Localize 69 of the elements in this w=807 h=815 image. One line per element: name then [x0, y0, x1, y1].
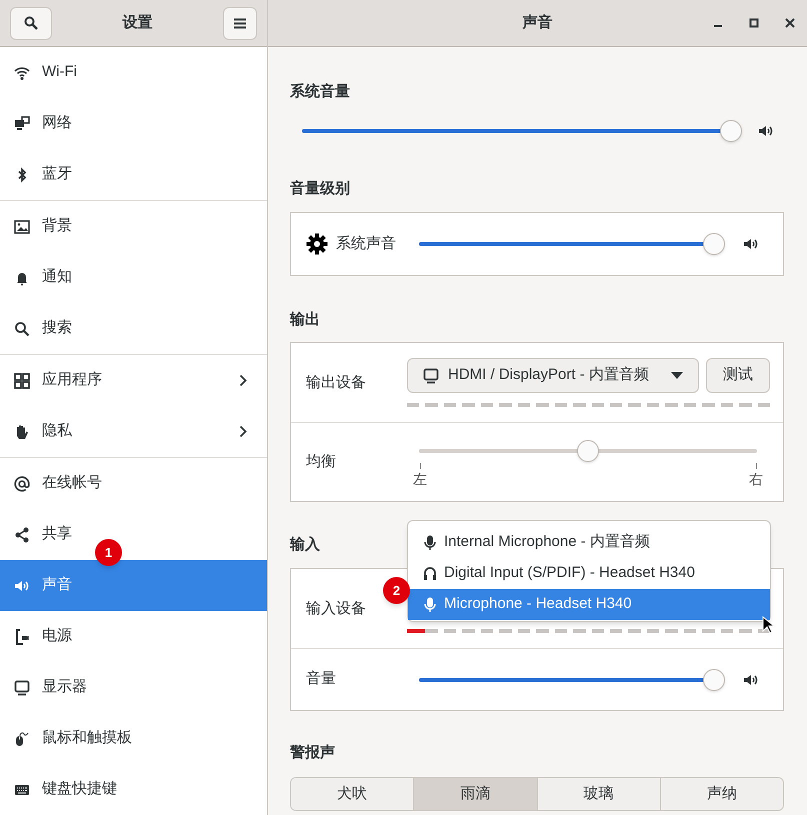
monitor-icon — [423, 368, 439, 384]
row-label: 均衡 — [306, 452, 337, 472]
menu-item[interactable]: Internal Microphone - 内置音频 — [408, 527, 770, 558]
row-label: 系统声音 — [336, 234, 397, 254]
wifi-icon — [14, 64, 30, 80]
sidebar-item[interactable]: 共享 — [0, 509, 92, 560]
window-title: 声音 — [522, 12, 552, 33]
sidebar-item[interactable]: 隐私 — [0, 406, 267, 457]
menu-item[interactable]: Microphone - Headset H340 — [408, 589, 770, 620]
slider-thumb[interactable] — [703, 668, 725, 690]
sidebar-item[interactable]: 背景 — [0, 201, 92, 252]
section-heading: 输入 — [290, 535, 320, 555]
dropdown-arrow-icon — [671, 372, 683, 379]
monitor-icon — [14, 680, 30, 696]
computers-icon — [14, 116, 30, 132]
alert-sound-option[interactable]: 犬吠 — [291, 778, 414, 810]
sidebar-item[interactable]: 通知 — [0, 252, 92, 303]
sidebar-title: 设置 — [122, 12, 152, 33]
sidebar-item[interactable]: 网络 — [0, 98, 92, 149]
sidebar-item[interactable]: 声音 — [0, 560, 92, 611]
chevron-right-icon — [239, 374, 247, 387]
sidebar-item[interactable]: 蓝牙 — [0, 149, 92, 200]
slider-thumb[interactable] — [720, 120, 742, 142]
slider-thumb[interactable] — [703, 233, 725, 255]
at-sign-icon — [14, 476, 30, 492]
sidebar-item[interactable]: Wi-Fi — [0, 47, 97, 98]
sidebar-item[interactable]: 显示器 — [0, 662, 107, 713]
alert-sound-option[interactable]: 雨滴 — [413, 778, 536, 810]
gear-icon — [306, 233, 328, 255]
share-icon — [14, 526, 30, 542]
section-heading: 输出 — [290, 310, 320, 330]
headphones-icon — [423, 566, 437, 582]
alert-sound-option[interactable]: 玻璃 — [536, 778, 660, 810]
test-button[interactable]: 测试 — [706, 358, 770, 393]
sidebar-item[interactable]: 键盘快捷键 — [0, 764, 137, 815]
menu-button[interactable] — [223, 6, 257, 40]
sidebar-item[interactable]: 搜索 — [0, 303, 92, 354]
sidebar-item[interactable]: 电源 — [0, 611, 92, 662]
maximize-icon[interactable] — [749, 18, 759, 28]
grid-icon — [14, 372, 30, 388]
chevron-right-icon — [239, 425, 247, 438]
section-heading: 警报声 — [290, 743, 335, 763]
menu-item[interactable]: Digital Input (S/PDIF) - Headset H340 — [408, 558, 770, 589]
row-label: 输入设备 — [306, 599, 367, 619]
alert-sound-option[interactable]: 声纳 — [660, 778, 783, 810]
output-device-dropdown[interactable]: HDMI / DisplayPort - 内置音频 — [407, 358, 699, 393]
menu-icon — [234, 18, 246, 28]
hand-icon — [14, 424, 30, 440]
speaker-icon — [742, 236, 760, 252]
search-button[interactable] — [10, 6, 52, 40]
sidebar-item[interactable]: 应用程序 — [0, 355, 267, 406]
slider-thumb[interactable] — [577, 440, 599, 462]
scale-label: 右 — [749, 470, 763, 489]
sidebar-item[interactable]: 在线帐号 — [0, 458, 122, 509]
scale-label: 左 — [413, 470, 427, 489]
image-icon — [14, 218, 30, 234]
close-icon[interactable] — [785, 18, 795, 28]
row-label: 音量 — [306, 669, 337, 690]
speaker-icon — [757, 123, 775, 139]
microphone-icon — [423, 596, 437, 612]
row-label: 输出设备 — [306, 373, 367, 393]
search-icon — [14, 320, 30, 336]
plug-icon — [14, 628, 30, 644]
search-icon — [24, 16, 38, 30]
microphone-icon — [423, 534, 437, 550]
section-heading: 系统音量 — [290, 82, 350, 102]
section-heading: 音量级别 — [290, 179, 350, 199]
mouse-icon — [14, 730, 30, 746]
sidebar-item[interactable]: 鼠标和触摸板 — [0, 713, 152, 764]
